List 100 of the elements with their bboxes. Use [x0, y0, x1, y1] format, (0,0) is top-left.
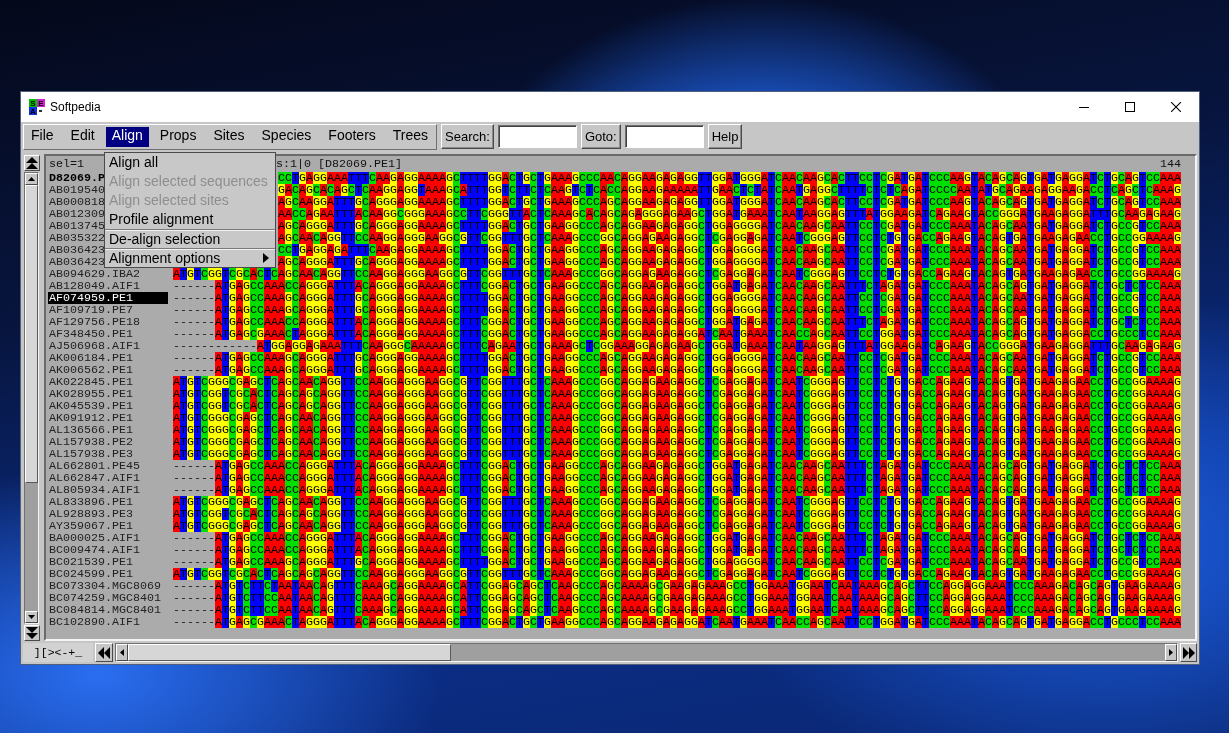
scroll-to-start-button[interactable] — [95, 643, 113, 662]
sequence-row: ------ATGAGCCAAACCAGGGATTTACAGGGAGGAAAAGCTTTCGGACTGCTGAAGGCCCAGCAGGAAGAGAGGCTGGATGAGATCAACAAGCAATTTCTAGATGATCCCAAATACAGCAGTGATGAGGATCTGCTCTCCAAA — [173, 460, 1181, 472]
sequence-name[interactable]: AB094629.IBA2 — [48, 268, 140, 280]
goto-button[interactable]: Goto: — [580, 124, 621, 149]
window-title: Softpedia — [50, 100, 101, 114]
sequence-name[interactable]: AB128049.AIF1 — [48, 280, 140, 292]
sequence-row: ATGTCGGGCGAGCTCAGCAACAGGTTCCAAGGAGGGAAGGCGTTCGGTTTGCTCAAAGCCCGGCAGGAGAAGAGGCTCGAGGAGATCAATCGGGAGTTCCTCTGTGACCAGAAGTACAGTGATGAAGAGAACCTGCCGGAAAAG — [173, 520, 1181, 532]
sequence-row: ATGTCGGGCGAGCTCAGCAACAGGTTCCAAGGAGGGAAGGCGTTCGGTTTGCTCAAAGCCCGGCAGGAGAAGAGGCTCGAGGAGATCAATCGGGAGTTCCTCTGTGACCAGAAGTACAGTGATGAAGAGAACCTGCCGGAAAAG — [173, 376, 1181, 388]
sequence-name[interactable]: BC074259.MGC8401 — [48, 592, 161, 604]
sequence-name[interactable]: AB019540 — [48, 184, 105, 196]
close-icon[interactable] — [1171, 102, 1181, 112]
sequence-row: ------ATGAGCCAAAGCAGGGATTTGCAGGGAGGAAAAGCTTTTGGACTGCTGAAGGCCCAGCAGGAAGAGAGGCTGGAGGGGATCAACAAGCAATTCCTCGATGATCCCAAATACAGCAATGATGAGGATCTGCCGTCCAAA — [173, 364, 1181, 376]
sequence-row: ATGTCGGGCGAGCTCAGCAACAGGTTCCAAGGAGGGAAGGCGTTCGGTTTGCTCAAAGCCCGGCAGGAGAAGAGGCTCGAGGAGATCAATCGGGAGTTCCTCTGTGACCAGAAGTACAGTGATGAAGAGAACCTGCCGGAAAAG — [173, 436, 1181, 448]
sequence-row: ATGTCGGGCGAGCTCAGCAACAGGTTCCAAGGAGGGAAGGCGTTCGGTTTGCTCAAAGCCCGGCAGGAGAAGAGGCTCGAGGAGATCAATCGGGAGTTCCTCTGTGACCAGAAGTACAGTGATGAAGAGAACCTGCCGGAAAAG — [173, 448, 1181, 460]
menu-item[interactable]: Props — [153, 127, 203, 147]
double-down-arrow-icon — [26, 627, 38, 639]
double-right-arrow-icon — [1182, 646, 1195, 659]
sequence-name[interactable]: BC009474.AIF1 — [48, 544, 140, 556]
sequence-row: ATGTCGGGCGAGCTCAGCAACAGGTTCCAAGGAGGGAAGGCGTTCGGTTTGCTCAAAGCCCGGCAGGAGAAGAGGCTCGAGGAGATCAATCGGGAGTTCCTCTGTGACCAGAAGTACAGTGATGAAGAGAACCTGCCGGAAAAG — [173, 496, 1181, 508]
scroll-to-bottom-button[interactable] — [24, 625, 40, 641]
left-arrow-icon — [120, 649, 124, 656]
menu-item[interactable]: Sites — [207, 127, 251, 147]
sequence-row: ------ATGAGCCAAACCAGGGATTTACAGGGAGGAAAAGCTTTCGGACTGCTGAAGGCCCAGCAGGAAGAGAGGCTGGATGAGATCAACAAGCAATTTCTAGATGATCCCAAATACAGCAGTGATGAGGATCTGCTCTCCAAA — [173, 544, 1181, 556]
sequence-row: ------------ATGGAGGAGAAATTTCAAGGGCAAAAAGCTTTCAGAATGCTGAAAGCTCGGAAAGGAGAGAAGCTGGATGAAATCAATAAGGAGTTTATGGAAGATCAGAAGTACCGGGATGAAGAGGATTTGCAAGAGAAG — [173, 340, 1181, 352]
scroll-thumb[interactable] — [25, 185, 38, 483]
sequence-name[interactable]: AB035322 — [48, 232, 105, 244]
search-field[interactable] — [497, 125, 577, 148]
sequence-name[interactable]: AB013745 — [48, 220, 105, 232]
menu-item[interactable]: Species — [255, 127, 318, 147]
scroll-left-button[interactable] — [116, 644, 128, 661]
scroll-up-button[interactable] — [25, 173, 38, 185]
sequence-name[interactable]: AK006562.PE1 — [48, 364, 133, 376]
sequence-name[interactable]: BC073304.MGC8069 — [48, 580, 161, 592]
scroll-to-end-button[interactable] — [1180, 643, 1197, 662]
sequence-name[interactable]: AK006184.PE1 — [48, 352, 133, 364]
sequence-row: ATGTCGGGCGAGCTCAGCAACAGGTTCCAAGGAGGGAAGGCGTTCGGTTTGCTCAAAGCCCGGCAGGAGAAGAGGCTCGAGGAGATCAATCGGGAGTTCCTCTGTGACCAGAAGTACAGTGATGAAGAGAACCTGCCGGAAAAG — [173, 412, 1181, 424]
menu-item[interactable]: Align — [105, 127, 149, 147]
column-count: 144 — [1160, 158, 1181, 170]
sequence-name[interactable]: AK028955.PE1 — [48, 388, 133, 400]
sequence-name[interactable]: AY359067.PE1 — [48, 520, 133, 532]
sequence-row: ATGTCGGTCGCACTCAGCAACAGGTTCCAAGGAGGGAAGGCGTTCGGTTTGCTCAAAGCCCGGCAGGAGAAGAGGCTCGAGGAGATCAATCGGGAGTTCCTCTGTGACCAGAAGTACAGTGATGAAGAGAACCTGCCGGAAAAG — [173, 268, 1181, 280]
down-arrow-icon — [28, 615, 35, 619]
menu-item[interactable]: File — [25, 127, 60, 147]
sequence-name[interactable]: AL928893.PE3 — [48, 508, 133, 520]
help-button[interactable]: Help — [707, 124, 743, 149]
sequence-row: ------ATGAGCCAAAGCAGGGATTTGCAGGGAGGAAAAGCTTTTGGACTGCTGAAGGCCCAGCAGGAAGAGAGGCTGGAGGGGATCAACAAGCAATTCCTCGATGATCCCAAATACAGCAATGATGAGGATCTGCCGTCCAAA — [173, 556, 1181, 568]
sequence-name[interactable]: AK045539.PE1 — [48, 400, 133, 412]
menu-option[interactable]: Align all — [105, 153, 275, 172]
sequence-name[interactable]: AF129756.PE18 — [48, 316, 140, 328]
double-left-arrow-icon — [98, 646, 110, 659]
sequence-name[interactable]: AL157938.PE2 — [48, 436, 133, 448]
sequence-row: ------ATGAGCGAAACTAGGGATTTACAGGGAGGAAAAGCTTTCGGACTGCTGAAGGCCCAGCAGGAAGAGAGGATCAATGAAATCAACCAGCAATTCCTGGATGATCCCAAATACAGCAGTGATGAGGACCTGCCCTCCAAA — [173, 616, 1181, 628]
minimize-icon[interactable] — [1079, 106, 1089, 108]
menu-option[interactable]: Alignment options — [105, 248, 275, 267]
scroll-down-button[interactable] — [25, 611, 38, 623]
scroll-thumb[interactable] — [128, 644, 451, 661]
sequence-name[interactable]: AK022845.PE1 — [48, 376, 133, 388]
sequence-row: ATGTCGGTCGCACTCAGCAGCAGGTTCCAAGGAGGGAAGGCGTTCGGTTTGCTCAAAGCCCGGCAGGAGAAGAGGCTCGAGGAGATCAATCGGGAGTTCCTCTGTGACCAGAAGTACAGTGATGAAGAGAACCTGCCGGAAAAG — [173, 568, 1181, 580]
sequence-name[interactable]: AB000818 — [48, 196, 105, 208]
sequence-name[interactable]: D82069.P — [48, 172, 105, 184]
menu-item[interactable]: Trees — [386, 127, 435, 147]
maximize-icon[interactable] — [1125, 102, 1135, 112]
sequence-name[interactable]: AF348450.PE1 — [48, 328, 133, 340]
sequence-row: ------ATGAGCCAAACCAGGGATTTACAGGGAGGAAAAGCTTTCGGACTGCTGAAGGCCCAGCAGGAAGAGAGGCTGGATGAGATCAACAAGCAATTTCTAGATGATCCCAAATACAGCAGTGATGAGGATCTGCTCTCCAAA — [173, 532, 1181, 544]
sequence-name[interactable]: AL157938.PE3 — [48, 448, 133, 460]
sequence-name[interactable]: BC024599.PE1 — [48, 568, 133, 580]
menu-item[interactable]: Footers — [322, 127, 382, 147]
vertical-scrollbar[interactable] — [24, 172, 39, 624]
sequence-row: ATGTCGGGCGAGCTCAGCAACAGGTTCCAAGGAGGGAAGGCGTTCGGTTTGCTCAAAGCCCGGCAGGAGAAGAGGCTCGAGGAGATCAATCGGGAGTTCCTCTGTGACCAGAAGTACAGTGATGAAGAGAACCTGCCGGAAAAG — [173, 424, 1181, 436]
sequence-row: ------ATGTCTTCCAATAACAGTTTCAAAGCAGGAAAAGCATTCGGAGCAGCTCAAGCCCAGCAAAAGCGAAGAGAAAGCCTGGAAATGGAATCAATAAAGCAGCTTCCAGGAGGAAATCCCAAAGACAGCAGTGAAGAAAAG — [173, 604, 1181, 616]
sequence-name[interactable]: AL662801.PE45 — [48, 460, 140, 472]
search-button[interactable]: Search: — [441, 124, 494, 149]
right-arrow-icon — [1169, 649, 1173, 656]
sequence-name[interactable]: BC084814.MGC8401 — [48, 604, 161, 616]
sequence-name[interactable]: AK091912.PE1 — [48, 412, 133, 424]
menu-option[interactable]: De-align selection — [105, 229, 275, 248]
menu-item[interactable]: Edit — [64, 127, 101, 147]
sequence-row: ------ATGAGCCAAAGCAGGGATTTGCAGGGAGGAAAAGCTTTTGGACTGCTGAAGGCCCAGCAGGAAGAGAGGCTGGAGGGGATCAACAAGCAATTCCTCGATGATCCCAAATACAGCAATGATGAGGATCTGCCGTCCAAA — [173, 352, 1181, 364]
sequence-name[interactable]: AL805934.AIF1 — [48, 484, 140, 496]
sequence-name[interactable]: BA000025.AIF1 — [48, 532, 140, 544]
sequence-name[interactable]: BC102890.AIF1 — [48, 616, 140, 628]
sequence-name[interactable]: AL662847.AIF1 — [48, 472, 140, 484]
scroll-right-button[interactable] — [1165, 644, 1177, 661]
symbols-label: ][><-+_ — [23, 643, 93, 662]
scroll-to-top-button[interactable] — [24, 155, 40, 171]
sequence-name[interactable]: AF109719.PE7 — [48, 304, 133, 316]
sequence-name[interactable]: AL136566.PE1 — [48, 424, 133, 436]
sequence-name[interactable]: AJ506968.AIF1 — [48, 340, 140, 352]
goto-field[interactable] — [624, 125, 704, 148]
sequence-row: ATGTCGGTCGCACTCAGCAGCAGGTTCCAAGGAGGGAAGGCGTTCGGTTTGCTCAAAGCCCGGCAGGAGAAGAGGCTCGAGGAGATCAATCGGGAGTTCCTCTGTGACCAGAAGTACAGTGATGAAGAGAACCTGCCGGAAAAG — [173, 388, 1181, 400]
sequence-name[interactable]: AB036423 — [48, 244, 105, 256]
sequence-name[interactable]: AB012309 — [48, 208, 105, 220]
sequence-name[interactable]: AF074959.PE1 — [48, 292, 168, 304]
horizontal-scrollbar[interactable] — [115, 643, 1178, 662]
menu-option[interactable]: Profile alignment — [105, 210, 275, 229]
sequence-row: ------ATGAGCCAAAGCAGGGATTTGCAGGGAGGAAAAGCTTTTGGACTGCTGAAGGCCCAGCAGGAAGAGAGGCTGGAGGGGATCAACAAGCAATTCCTCGATGATCCCAAATACAGCAATGATGAGGATCTGCCGTCCAAA — [173, 292, 1181, 304]
sequence-row: ATGTCGGTCGCACTCAGCAGCAGGTTCCAAGGAGGGAAGGCGTTCGGTTTGCTCAAAGCCCGGCAGGAGAAGAGGCTCGAGGAGATCAATCGGGAGTTCCTCTGTGACCAGAAGTACAGTGATGAAGAGAACCTGCCGGAAAAG — [173, 508, 1181, 520]
sequence-name[interactable]: AL833896.PE1 — [48, 496, 133, 508]
sequence-name[interactable]: BC021539.PE1 — [48, 556, 133, 568]
sequence-name[interactable]: AB036423 — [48, 256, 105, 268]
